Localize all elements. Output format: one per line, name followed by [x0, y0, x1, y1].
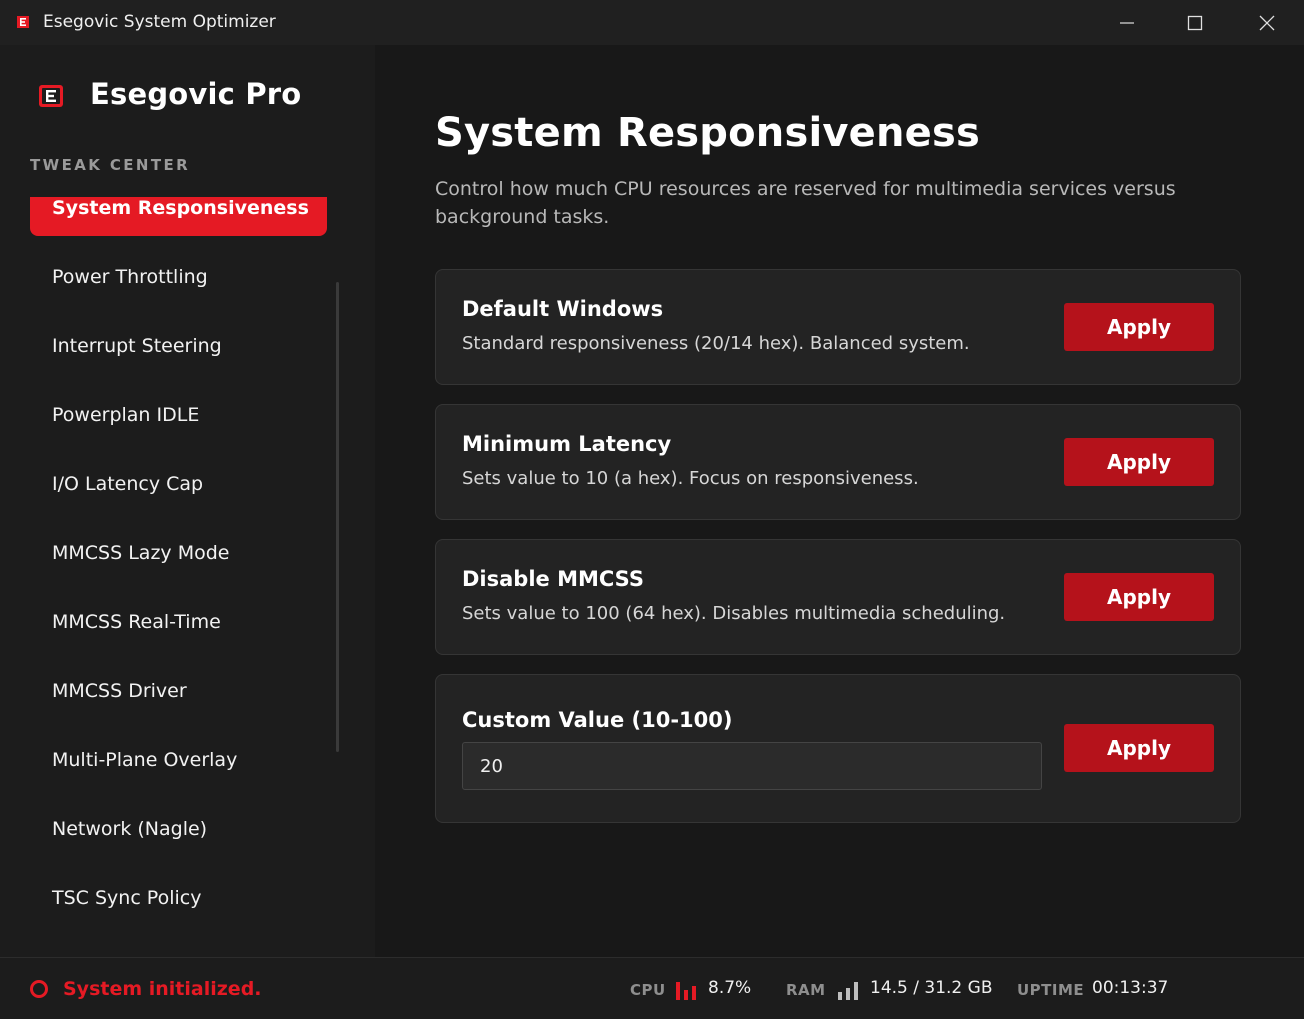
status-message: System initialized.: [63, 978, 262, 1000]
sidebar-item-mmcss-driver[interactable]: MMCSS Driver: [30, 671, 327, 711]
option-card-custom-value: Custom Value (10-100) Apply: [435, 674, 1241, 823]
cpu-value: 8.7%: [708, 978, 752, 998]
window-title: Esegovic System Optimizer: [43, 12, 276, 32]
sidebar-item-tsc-sync-policy[interactable]: TSC Sync Policy: [30, 878, 327, 918]
title-bar: Esegovic System Optimizer: [0, 0, 1304, 45]
sidebar-item-label: System Responsiveness: [52, 197, 309, 219]
section-label: TWEAK CENTER: [30, 156, 191, 174]
maximize-button[interactable]: [1160, 0, 1230, 45]
ram-label: RAM: [786, 981, 826, 999]
card-title: Minimum Latency: [462, 432, 672, 456]
uptime-value: 00:13:37: [1092, 978, 1169, 998]
cpu-label: CPU: [630, 981, 666, 999]
cpu-bars-icon: [676, 982, 696, 1000]
ram-value: 14.5 / 31.2 GB: [870, 978, 993, 998]
option-card-default-windows: Default Windows Standard responsiveness …: [435, 269, 1241, 385]
page-description: Control how much CPU resources are reser…: [435, 178, 1176, 228]
apply-disable-mmcss-button[interactable]: Apply: [1064, 573, 1214, 621]
card-description: Standard responsiveness (20/14 hex). Bal…: [462, 333, 970, 354]
minimize-button[interactable]: [1092, 0, 1162, 45]
sidebar-item-label: Interrupt Steering: [52, 335, 222, 357]
sidebar-item-label: Network (Nagle): [52, 818, 208, 840]
brand-logo-icon: [39, 85, 63, 107]
sidebar-item-system-responsiveness[interactable]: System Responsiveness: [30, 197, 327, 236]
app-logo-icon: [17, 16, 29, 28]
sidebar-item-power-throttling[interactable]: Power Throttling: [30, 257, 327, 297]
sidebar: Esegovic Pro TWEAK CENTER System Respons…: [0, 45, 375, 957]
sidebar-item-multi-plane-overlay[interactable]: Multi-Plane Overlay: [30, 740, 327, 780]
apply-custom-value-button[interactable]: Apply: [1064, 724, 1214, 772]
status-bar: System initialized. CPU 8.7% RAM 14.5 / …: [0, 957, 1304, 1019]
sidebar-item-mmcss-real-time[interactable]: MMCSS Real-Time: [30, 602, 327, 642]
sidebar-item-mmcss-lazy-mode[interactable]: MMCSS Lazy Mode: [30, 533, 327, 573]
card-description: Sets value to 100 (64 hex). Disables mul…: [462, 603, 1006, 624]
sidebar-item-label: Powerplan IDLE: [52, 404, 200, 426]
card-title: Default Windows: [462, 297, 664, 321]
apply-default-windows-button[interactable]: Apply: [1064, 303, 1214, 351]
sidebar-item-label: MMCSS Real-Time: [52, 611, 221, 633]
sidebar-item-network-nagle[interactable]: Network (Nagle): [30, 809, 327, 849]
page-title: System Responsiveness: [435, 110, 981, 156]
brand-name: Esegovic Pro: [90, 77, 302, 111]
card-description: Sets value to 10 (a hex). Focus on respo…: [462, 468, 919, 489]
status-indicator-icon: [30, 980, 48, 998]
maximize-icon: [1187, 15, 1203, 30]
ram-bars-icon: [838, 982, 858, 1000]
app-window: Esegovic System Optimizer Esegovic Pro T…: [0, 0, 1304, 1019]
sidebar-item-label: I/O Latency Cap: [52, 473, 204, 495]
apply-minimum-latency-button[interactable]: Apply: [1064, 438, 1214, 486]
sidebar-item-label: MMCSS Driver: [52, 680, 187, 702]
sidebar-item-io-latency-cap[interactable]: I/O Latency Cap: [30, 464, 327, 504]
sidebar-item-interrupt-steering[interactable]: Interrupt Steering: [30, 326, 327, 366]
option-card-minimum-latency: Minimum Latency Sets value to 10 (a hex)…: [435, 404, 1241, 520]
option-card-disable-mmcss: Disable MMCSS Sets value to 100 (64 hex)…: [435, 539, 1241, 655]
card-title: Disable MMCSS: [462, 567, 644, 591]
minimize-icon: [1120, 21, 1134, 24]
close-button[interactable]: [1232, 0, 1302, 45]
sidebar-item-label: MMCSS Lazy Mode: [52, 542, 230, 564]
close-icon: [1259, 15, 1275, 30]
sidebar-item-powerplan-idle[interactable]: Powerplan IDLE: [30, 395, 327, 435]
sidebar-scrollbar[interactable]: [336, 282, 339, 752]
sidebar-item-label: Multi-Plane Overlay: [52, 749, 238, 771]
sidebar-item-label: TSC Sync Policy: [52, 887, 202, 909]
custom-value-input[interactable]: [462, 742, 1042, 790]
card-title: Custom Value (10-100): [462, 708, 733, 732]
main-content: System Responsiveness Control how much C…: [375, 45, 1304, 957]
uptime-label: UPTIME: [1017, 981, 1085, 999]
sidebar-item-label: Power Throttling: [52, 266, 208, 288]
